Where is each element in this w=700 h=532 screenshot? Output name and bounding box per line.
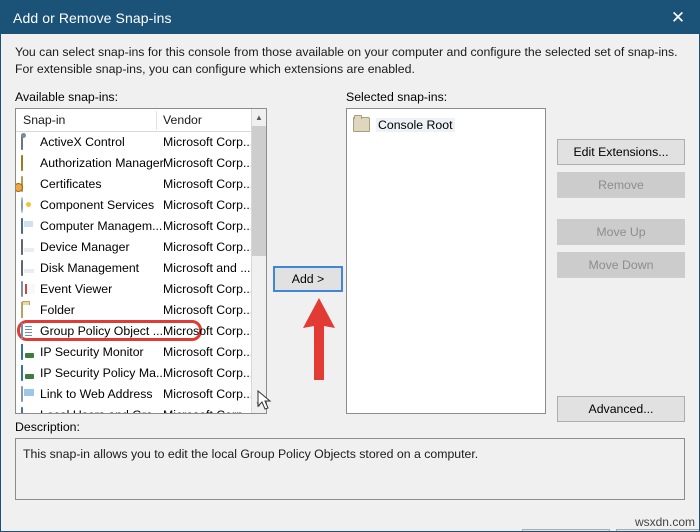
snapin-name: Local Users and Gro... xyxy=(40,408,163,413)
table-row[interactable]: Local Users and Gro... Microsoft Corp... xyxy=(16,405,253,413)
table-row[interactable]: Computer Managem... Microsoft Corp... xyxy=(16,216,254,237)
certificates-icon xyxy=(21,176,36,192)
group-policy-object-icon xyxy=(21,323,36,339)
list-column-header: Snap-in Vendor xyxy=(16,109,266,132)
chevron-down-icon[interactable]: ▼ xyxy=(252,396,266,413)
snapin-name: Disk Management xyxy=(40,261,140,275)
window-title: Add or Remove Snap-ins xyxy=(13,9,172,26)
edit-extensions-button[interactable]: Edit Extensions... xyxy=(557,139,685,165)
table-row[interactable]: Folder Microsoft Corp... xyxy=(16,300,254,321)
snapin-vendor: Microsoft Corp... xyxy=(163,135,254,149)
selected-snapins-list[interactable]: Console Root xyxy=(346,108,546,414)
snapin-name: ActiveX Control xyxy=(40,135,125,149)
selected-snapins-label: Selected snap-ins: xyxy=(346,90,448,104)
snapin-name: Component Services xyxy=(40,198,155,212)
watermark: wsxdn.com xyxy=(634,515,695,529)
snapin-name: Folder xyxy=(40,303,75,317)
available-snapins-list[interactable]: Snap-in Vendor ActiveX Control Microsoft… xyxy=(15,108,267,414)
column-divider xyxy=(156,111,157,130)
add-remove-snapins-dialog: Add or Remove Snap-ins ✕ You can select … xyxy=(0,0,700,532)
disk-management-icon xyxy=(21,260,36,276)
snapin-vendor: Microsoft Corp... xyxy=(163,408,253,413)
snapin-name: Device Manager xyxy=(40,240,130,254)
snapin-vendor: Microsoft Corp... xyxy=(163,198,254,212)
advanced-button[interactable]: Advanced... xyxy=(557,396,685,422)
snapin-name: Computer Managem... xyxy=(40,219,163,233)
remove-button: Remove xyxy=(557,172,685,198)
link-to-web-address-icon xyxy=(21,386,36,402)
list-item[interactable]: Console Root xyxy=(353,115,455,134)
available-rows: ActiveX Control Microsoft Corp... Author… xyxy=(16,132,254,413)
title-bar: Add or Remove Snap-ins ✕ xyxy=(1,1,699,34)
table-row[interactable]: ActiveX Control Microsoft Corp... xyxy=(16,132,254,153)
snapin-vendor: Microsoft Corp... xyxy=(163,387,254,401)
description-text: This snap-in allows you to edit the loca… xyxy=(23,447,479,461)
move-up-button: Move Up xyxy=(557,219,685,245)
snapin-vendor: Microsoft Corp... xyxy=(163,366,254,380)
move-down-button: Move Down xyxy=(557,252,685,278)
table-row[interactable]: Certificates Microsoft Corp... xyxy=(16,174,254,195)
snapin-name: Event Viewer xyxy=(40,282,113,296)
snapin-vendor: Microsoft and ... xyxy=(163,261,251,275)
annotation-arrow-icon xyxy=(303,298,335,380)
chevron-up-icon[interactable]: ▲ xyxy=(252,109,266,126)
snapin-vendor: Microsoft Corp... xyxy=(163,324,254,338)
column-header-snapin[interactable]: Snap-in xyxy=(23,113,65,127)
table-row[interactable]: Component Services Microsoft Corp... xyxy=(16,195,254,216)
table-row[interactable]: IP Security Policy Ma... Microsoft Corp.… xyxy=(16,363,254,384)
computer-management-icon xyxy=(21,218,36,234)
snapin-vendor: Microsoft Corp... xyxy=(163,177,254,191)
table-row[interactable]: Event Viewer Microsoft Corp... xyxy=(16,279,254,300)
column-header-vendor[interactable]: Vendor xyxy=(163,113,202,127)
table-row[interactable]: IP Security Monitor Microsoft Corp... xyxy=(16,342,254,363)
snapin-name: IP Security Policy Ma... xyxy=(40,366,167,380)
close-icon[interactable]: ✕ xyxy=(655,1,699,34)
table-row[interactable]: Disk Management Microsoft and ... xyxy=(16,258,251,279)
folder-icon xyxy=(353,115,370,132)
snapin-name: Link to Web Address xyxy=(40,387,153,401)
scrollbar-thumb[interactable] xyxy=(252,126,266,256)
snapin-vendor: Microsoft Corp... xyxy=(163,240,254,254)
ip-security-policy-icon xyxy=(21,365,36,381)
selected-item-label: Console Root xyxy=(376,117,455,132)
intro-text: You can select snap-ins for this console… xyxy=(15,45,678,76)
ip-security-monitor-icon xyxy=(21,344,36,360)
snapin-name: Certificates xyxy=(40,177,102,191)
snapin-vendor: Microsoft Corp... xyxy=(163,282,254,296)
snapin-vendor: Microsoft Corp... xyxy=(163,156,254,170)
table-row[interactable]: Authorization Manager Microsoft Corp... xyxy=(16,153,254,174)
table-row[interactable]: Device Manager Microsoft Corp... xyxy=(16,237,254,258)
component-services-icon xyxy=(21,197,36,213)
authorization-manager-icon xyxy=(21,155,36,171)
description-box: This snap-in allows you to edit the loca… xyxy=(15,438,685,500)
snapin-name: Group Policy Object ... xyxy=(40,324,164,338)
dialog-body: You can select snap-ins for this console… xyxy=(1,34,699,531)
description-label: Description: xyxy=(15,420,80,434)
available-list-scrollbar[interactable]: ▲ ▼ xyxy=(251,109,266,413)
event-viewer-icon xyxy=(21,281,36,297)
device-manager-icon xyxy=(21,239,36,255)
available-snapins-label: Available snap-ins: xyxy=(15,90,118,104)
table-row-group-policy-object[interactable]: Group Policy Object ... Microsoft Corp..… xyxy=(16,320,254,342)
snapin-name: IP Security Monitor xyxy=(40,345,144,359)
folder-icon xyxy=(21,302,36,318)
snapin-vendor: Microsoft Corp... xyxy=(163,303,254,317)
local-users-and-groups-icon xyxy=(21,407,36,413)
snapin-name: Authorization Manager xyxy=(40,156,164,170)
table-row[interactable]: Link to Web Address Microsoft Corp... xyxy=(16,384,254,405)
activex-icon xyxy=(21,134,36,150)
snapin-vendor: Microsoft Corp... xyxy=(163,345,254,359)
snapin-vendor: Microsoft Corp... xyxy=(163,219,254,233)
add-button[interactable]: Add > xyxy=(273,266,343,292)
